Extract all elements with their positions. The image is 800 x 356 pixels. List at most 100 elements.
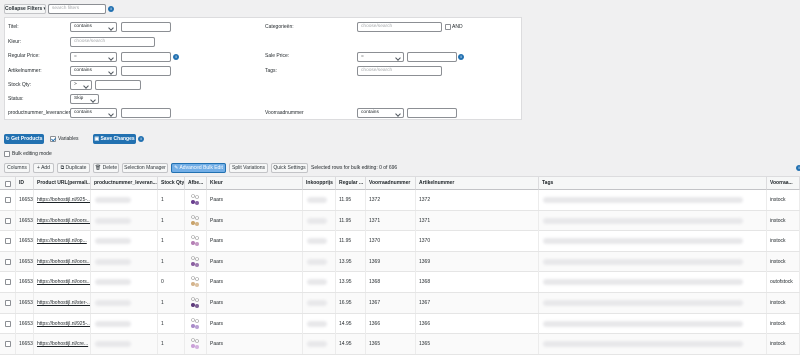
cell-artikel[interactable]: 1365 [416, 334, 539, 355]
cell-id[interactable]: 166533 [16, 272, 34, 293]
cell-price[interactable]: 14.95 [336, 313, 366, 334]
cell-image[interactable] [185, 231, 207, 252]
column-header[interactable]: productnummer_leveran... [91, 177, 158, 190]
cell-stock[interactable]: outofstock [767, 272, 800, 293]
row-checkbox[interactable] [5, 258, 11, 265]
stock-qty-operator-select[interactable]: > [70, 80, 92, 90]
cell-price[interactable]: 16.95 [336, 293, 366, 313]
cell-image[interactable] [185, 293, 207, 313]
cell-url[interactable]: https://bohostijl.nl/925-... [34, 313, 91, 334]
cell-price[interactable]: 13.95 [336, 272, 366, 293]
cell-redacted[interactable] [539, 313, 767, 334]
add-button[interactable]: + Add [33, 163, 54, 173]
cell-redacted[interactable] [303, 293, 336, 313]
cell-stock[interactable]: instock [767, 210, 800, 231]
cell-redacted[interactable] [303, 272, 336, 293]
column-header[interactable]: Kleur [207, 177, 303, 190]
artikelnummer-operator-select[interactable]: contains [70, 66, 117, 76]
status-select[interactable]: Skip [70, 94, 99, 104]
cell-id[interactable]: 166531 [16, 313, 34, 334]
cell-image[interactable] [185, 210, 207, 231]
cell-redacted[interactable] [91, 313, 158, 334]
cell-voorraad[interactable]: 1366 [366, 313, 416, 334]
variables-checkbox[interactable] [50, 136, 56, 142]
cell-redacted[interactable] [539, 334, 767, 355]
table-row[interactable]: 166538https://bohostijl.nl/925-... 1 Paars… [0, 190, 800, 211]
cell-voorraad[interactable]: 1365 [366, 334, 416, 355]
cell-kleur[interactable]: Paars [207, 272, 303, 293]
cell-redacted[interactable] [539, 190, 767, 210]
tags-search-input[interactable]: choose/search [357, 66, 442, 76]
row-checkbox[interactable] [5, 279, 11, 286]
cell-stock[interactable]: instock [767, 334, 800, 355]
cell-id[interactable]: 166538 [16, 190, 34, 210]
cell-redacted[interactable] [539, 272, 767, 293]
cell-kleur[interactable]: Paars [207, 231, 303, 252]
row-checkbox[interactable] [5, 300, 11, 306]
cell-redacted[interactable] [303, 334, 336, 355]
cell-artikel[interactable]: 1370 [416, 231, 539, 252]
cell-redacted[interactable] [91, 334, 158, 355]
delete-button[interactable]: 🗑 Delete [93, 163, 119, 173]
cell-id[interactable]: 166532 [16, 293, 34, 313]
cell-artikel[interactable]: 1369 [416, 251, 539, 272]
productnummer-operator-select[interactable]: contains [70, 108, 117, 118]
column-header[interactable]: Tags [539, 177, 767, 190]
cell-artikel[interactable]: 1367 [416, 293, 539, 313]
cell-id[interactable]: 166536 [16, 210, 34, 231]
cell-qty[interactable]: 1 [158, 313, 185, 334]
advanced-bulk-edit-button[interactable]: ✎ Advanced Bulk Edit [171, 163, 226, 173]
cell-stock[interactable]: instock [767, 251, 800, 272]
cell-kleur[interactable]: Paars [207, 334, 303, 355]
cell-redacted[interactable] [303, 231, 336, 252]
table-row[interactable]: 166530https://bohostijl.nl/cre... 1 Paars 1… [0, 334, 800, 355]
cell-price[interactable]: 11.95 [336, 190, 366, 210]
select-all-checkbox[interactable] [5, 181, 11, 187]
cell-url[interactable]: https://bohostijl.nl/cre... [34, 334, 91, 355]
cell-redacted[interactable] [539, 293, 767, 313]
cell-url[interactable]: https://bohostijl.nl/oors... [34, 210, 91, 231]
cell-artikel[interactable]: 1372 [416, 190, 539, 210]
cell-stock[interactable]: instock [767, 231, 800, 252]
sale-price-operator-select[interactable]: = [357, 52, 404, 62]
header-select-all[interactable] [0, 177, 16, 190]
stock-qty-value-input[interactable] [95, 80, 141, 90]
selection-manager-button[interactable]: Selection Manager [122, 163, 168, 173]
kleur-search-input[interactable]: choose/search [70, 37, 155, 47]
voorraadnummer-value-input[interactable] [407, 108, 457, 118]
productnummer-value-input[interactable] [121, 108, 171, 118]
cell-voorraad[interactable]: 1369 [366, 251, 416, 272]
cell-redacted[interactable] [303, 190, 336, 210]
cell-stock[interactable]: instock [767, 190, 800, 210]
cell-stock[interactable]: instock [767, 313, 800, 334]
cell-url[interactable]: https://bohostijl.nl/op... [34, 231, 91, 252]
cell-voorraad[interactable]: 1370 [366, 231, 416, 252]
row-checkbox[interactable] [5, 341, 11, 348]
cell-price[interactable]: 14.95 [336, 334, 366, 355]
split-variations-button[interactable]: Split Variations [229, 163, 268, 173]
cell-image[interactable] [185, 272, 207, 293]
cell-image[interactable] [185, 313, 207, 334]
cell-kleur[interactable]: Paars [207, 190, 303, 210]
cell-url[interactable]: https://bohostijl.nl/925-... [34, 190, 91, 210]
cell-redacted[interactable] [91, 210, 158, 231]
cell-voorraad[interactable]: 1372 [366, 190, 416, 210]
cell-redacted[interactable] [303, 210, 336, 231]
table-row[interactable]: 166534https://bohostijl.nl/oors... 1 Paars… [0, 251, 800, 273]
cell-id[interactable]: 166535 [16, 231, 34, 252]
cell-qty[interactable]: 1 [158, 210, 185, 231]
table-row[interactable]: 166536https://bohostijl.nl/oors... 1 Paars… [0, 210, 800, 232]
cell-redacted[interactable] [91, 231, 158, 252]
cell-redacted[interactable] [91, 293, 158, 313]
cell-qty[interactable]: 0 [158, 272, 185, 293]
cell-url[interactable]: https://bohostijl.nl/ster-... [34, 293, 91, 313]
cell-redacted[interactable] [539, 231, 767, 252]
columns-button[interactable]: Columns [4, 163, 30, 173]
cell-qty[interactable]: 1 [158, 231, 185, 252]
cell-price[interactable]: 13.95 [336, 251, 366, 272]
cell-url[interactable]: https://bohostijl.nl/oors... [34, 251, 91, 272]
cell-qty[interactable]: 1 [158, 293, 185, 313]
cell-image[interactable] [185, 251, 207, 272]
row-checkbox[interactable] [5, 238, 11, 245]
bulk-editing-mode-checkbox[interactable] [4, 151, 10, 157]
